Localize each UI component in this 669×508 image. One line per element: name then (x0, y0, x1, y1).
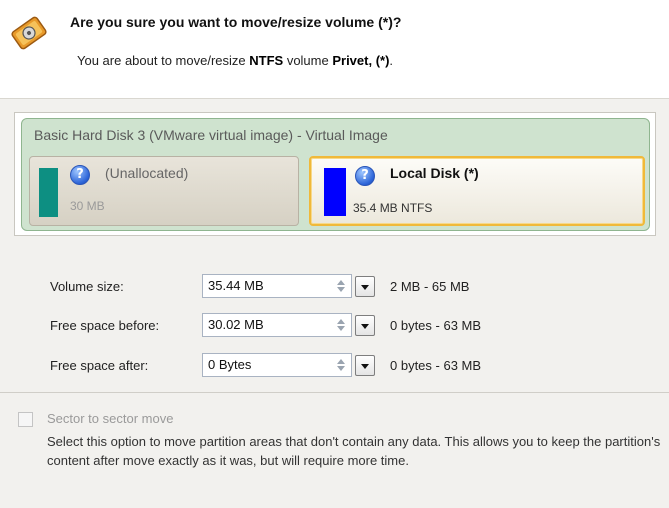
volume-size-row: Volume size: 35.44 MB 2 MB - 65 MB (0, 274, 669, 300)
volume-size-range: 2 MB - 65 MB (390, 279, 470, 294)
free-space-before-label: Free space before: (50, 318, 160, 333)
free-space-before-row: Free space before: 30.02 MB 0 bytes - 63… (0, 313, 669, 339)
partition-unallocated[interactable]: ? (Unallocated) 30 MB (29, 156, 299, 226)
volume-size-spinner[interactable] (332, 276, 349, 296)
dialog-header: Are you sure you want to move/resize vol… (0, 0, 669, 99)
volume-size-label: Volume size: (50, 279, 124, 294)
sector-move-checkbox[interactable] (18, 412, 33, 427)
free-space-after-spinner[interactable] (332, 355, 349, 375)
dialog-subtitle: You are about to move/resize NTFS volume… (77, 53, 393, 68)
partition-color-swatch (324, 168, 346, 216)
free-space-before-spinner[interactable] (332, 315, 349, 335)
free-space-before-range: 0 bytes - 63 MB (390, 318, 482, 333)
disk-map-frame: Basic Hard Disk 3 (VMware virtual image)… (14, 112, 656, 236)
free-space-after-label: Free space after: (50, 358, 149, 373)
subtitle-filesystem: NTFS (249, 53, 284, 68)
subtitle-mid: volume (283, 53, 333, 68)
sector-move-label: Sector to sector move (47, 411, 174, 426)
partition-size: 30 MB (70, 199, 105, 213)
partition-local-disk[interactable]: ? Local Disk (*) 35.4 MB NTFS (309, 156, 645, 226)
free-space-before-input[interactable]: 30.02 MB (202, 313, 352, 337)
partition-name: Local Disk (*) (390, 165, 479, 181)
section-divider (0, 392, 669, 393)
subtitle-volume: Privet, (*) (332, 53, 390, 68)
disk-resize-icon (11, 16, 47, 50)
free-space-after-range: 0 bytes - 63 MB (390, 358, 482, 373)
help-icon[interactable]: ? (355, 166, 375, 186)
free-space-after-input[interactable]: 0 Bytes (202, 353, 352, 377)
free-space-after-row: Free space after: 0 Bytes 0 bytes - 63 M… (0, 353, 669, 379)
free-space-before-unit-dropdown[interactable] (355, 315, 375, 336)
disk-panel: Basic Hard Disk 3 (VMware virtual image)… (21, 118, 650, 231)
help-icon[interactable]: ? (70, 165, 90, 185)
disk-title: Basic Hard Disk 3 (VMware virtual image)… (34, 127, 388, 143)
dialog-title: Are you sure you want to move/resize vol… (70, 14, 402, 30)
free-space-after-unit-dropdown[interactable] (355, 355, 375, 376)
volume-size-input[interactable]: 35.44 MB (202, 274, 352, 298)
volume-size-unit-dropdown[interactable] (355, 276, 375, 297)
sector-move-description: Select this option to move partition are… (47, 434, 661, 468)
partition-color-swatch (39, 168, 58, 217)
partition-name: (Unallocated) (105, 165, 189, 181)
subtitle-suffix: . (389, 53, 394, 68)
partition-size: 35.4 MB NTFS (353, 201, 433, 215)
subtitle-prefix: You are about to move/resize (77, 53, 250, 68)
